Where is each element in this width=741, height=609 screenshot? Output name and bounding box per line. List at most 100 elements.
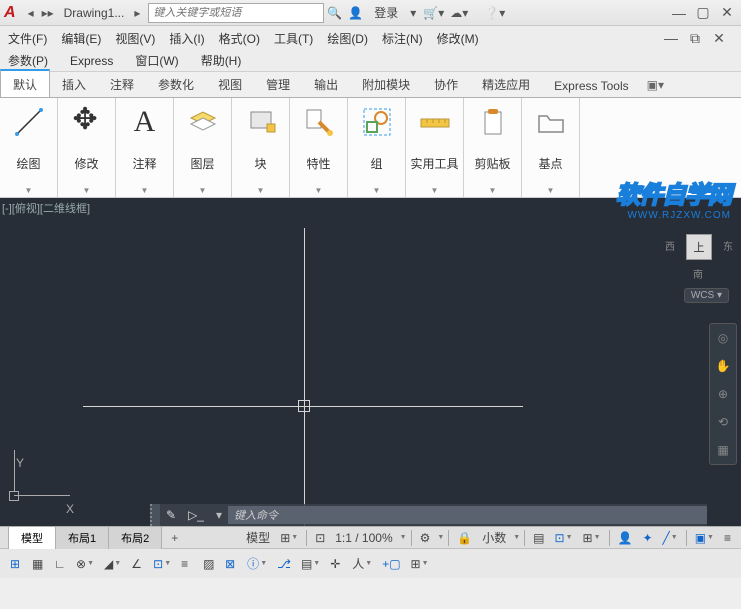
login-button[interactable]: 登录 (366, 4, 406, 21)
annotation-visibility-icon[interactable]: 人▼ (348, 553, 376, 574)
view-cube[interactable]: 上 西 东 南 (669, 222, 729, 282)
iso-icon[interactable]: ◢▼ (100, 555, 125, 573)
panel-layers-dropdown-icon[interactable]: ▼ (178, 186, 227, 195)
panel-clipboard-dropdown-icon[interactable]: ▼ (468, 186, 517, 195)
command-line[interactable]: ✎ ▷_ ▾ 键入命令 (150, 504, 707, 526)
layout-tab-1[interactable]: 布局1 (55, 526, 109, 549)
recent-commands-icon[interactable]: ✎ (160, 508, 182, 522)
panel-block-dropdown-icon[interactable]: ▼ (236, 186, 285, 195)
polar-icon[interactable]: ⊗▼ (72, 555, 98, 573)
panel-utilities[interactable]: 实用工具 ▼ (406, 98, 464, 197)
help-icon[interactable]: ❔▾ (481, 6, 508, 20)
line-icon[interactable] (11, 104, 47, 140)
status-toggle1-icon[interactable]: ⊡▼ (551, 529, 577, 547)
layout-tab-2[interactable]: 布局2 (108, 526, 162, 549)
tab-collaborate[interactable]: 协作 (422, 71, 470, 97)
snap-icon[interactable]: ⊡ (311, 529, 329, 547)
snap-mode-icon[interactable]: ⊞ (6, 555, 26, 573)
quickprops-icon[interactable]: ▤ (529, 529, 548, 547)
2d-osnap-icon[interactable]: ⊡▼ (149, 555, 175, 573)
group-icon[interactable] (359, 104, 395, 140)
match-icon[interactable] (301, 104, 337, 140)
search-input[interactable] (153, 7, 319, 19)
dynamic-input-icon[interactable]: +▢ (378, 555, 404, 573)
dynamic-ucs-icon[interactable]: ⎇ (273, 555, 295, 573)
menu-view[interactable]: 视图(V) (115, 30, 155, 47)
tab-manage[interactable]: 管理 (254, 71, 302, 97)
tab-featured[interactable]: 精选应用 (470, 71, 542, 97)
scale-dropdown-icon[interactable]: ▼ (400, 534, 407, 541)
tab-insert[interactable]: 插入 (50, 71, 98, 97)
showmotion-icon[interactable]: ▦ (713, 440, 733, 460)
panel-properties-dropdown-icon[interactable]: ▼ (294, 186, 343, 195)
menu-window[interactable]: 窗口(W) (135, 52, 178, 69)
panel-draw[interactable]: 绘图 ▼ (0, 98, 58, 197)
doc-minimize-button[interactable]: — (661, 30, 681, 47)
a360-icon[interactable]: ☁▾ (447, 6, 471, 20)
lock-icon[interactable]: 🔒 (453, 529, 476, 547)
units-label[interactable]: 小数 (478, 527, 510, 548)
login-dropdown-icon[interactable]: ▾ (406, 6, 420, 20)
menu-draw[interactable]: 绘图(D) (327, 30, 368, 47)
clipboard-icon[interactable] (475, 104, 511, 140)
panel-properties[interactable]: 特性 ▼ (290, 98, 348, 197)
pan-icon[interactable]: ✋ (713, 356, 733, 376)
block-icon[interactable] (243, 104, 279, 140)
menu-tools[interactable]: 工具(T) (274, 30, 313, 47)
viewport-label[interactable]: [-][俯视][二维线框] (2, 200, 90, 216)
nav-next-icon[interactable]: ▸▸ (38, 6, 58, 20)
panel-modify[interactable]: 修改 ▼ (58, 98, 116, 197)
command-line-grip[interactable] (150, 504, 160, 526)
tab-overflow-icon[interactable]: ▣▾ (641, 73, 670, 97)
ortho-icon[interactable]: ∟ (50, 555, 70, 573)
menu-file[interactable]: 文件(F) (8, 30, 47, 47)
3d-osnap-icon[interactable]: ⓘ▼ (243, 553, 271, 574)
minimize-button[interactable]: — (669, 5, 689, 21)
maximize-button[interactable]: ▢ (693, 4, 713, 21)
status-toggle2-icon[interactable]: ⊞▼ (579, 529, 605, 547)
command-prompt-icon[interactable]: ▷_ (182, 508, 210, 522)
lineweight-icon[interactable]: ≡ (177, 555, 197, 573)
panel-layers[interactable]: 图层 ▼ (174, 98, 232, 197)
orbit-icon[interactable]: ⟲ (713, 412, 733, 432)
user-icon[interactable]: 👤 (345, 6, 366, 20)
wcs-badge[interactable]: WCS ▾ (684, 288, 729, 303)
customize-status-icon[interactable]: ≡ (720, 529, 735, 547)
menu-insert[interactable]: 插入(I) (169, 30, 204, 47)
panel-draw-dropdown-icon[interactable]: ▼ (4, 186, 53, 195)
nav-back-icon[interactable]: ◂ (24, 6, 38, 20)
bucket-icon[interactable]: ▣▼ (691, 529, 718, 547)
menu-format[interactable]: 格式(O) (219, 30, 260, 47)
move-icon[interactable] (69, 104, 105, 140)
command-input[interactable]: 键入命令 (228, 506, 707, 524)
doc-close-button[interactable]: ✕ (709, 30, 729, 47)
doc-restore-button[interactable]: ⧉ (685, 30, 705, 47)
tab-default[interactable]: 默认 (0, 69, 50, 97)
panel-annotate-dropdown-icon[interactable]: ▼ (120, 186, 169, 195)
layout-tab-model[interactable]: 模型 (8, 526, 56, 549)
osnap-track-icon[interactable]: ∠ (127, 555, 147, 573)
autoscale-icon[interactable]: ✦ (638, 529, 656, 547)
panel-clipboard[interactable]: 剪贴板 ▼ (464, 98, 522, 197)
selection-cycling-icon[interactable]: ⊠ (221, 555, 241, 573)
menu-dimension[interactable]: 标注(N) (382, 30, 423, 47)
menu-express[interactable]: Express (70, 54, 113, 68)
tab-express[interactable]: Express Tools (542, 74, 640, 97)
menu-edit[interactable]: 编辑(E) (61, 30, 101, 47)
search-box[interactable] (148, 3, 324, 23)
search-icon[interactable]: 🔍 (324, 6, 345, 20)
drawing-canvas[interactable]: [-][俯视][二维线框] Y X 上 西 东 南 WCS ▾ ◎ ✋ ⊕ ⟲ … (0, 198, 741, 526)
panel-block[interactable]: 块 ▼ (232, 98, 290, 197)
menu-help[interactable]: 帮助(H) (201, 52, 242, 69)
text-icon[interactable]: A (127, 104, 163, 140)
panel-modify-dropdown-icon[interactable]: ▼ (62, 186, 111, 195)
layout-add-button[interactable]: + (161, 528, 188, 548)
folder-icon[interactable] (533, 104, 569, 140)
menu-modify[interactable]: 修改(M) (437, 30, 479, 47)
tab-output[interactable]: 输出 (302, 71, 350, 97)
tab-annotate[interactable]: 注释 (98, 71, 146, 97)
transparency-icon[interactable]: ▨ (199, 555, 219, 573)
basket-icon[interactable]: 🛒▾ (420, 6, 447, 20)
grid-icon[interactable]: ⊞▼ (276, 529, 302, 547)
panel-annotate[interactable]: A 注释 ▼ (116, 98, 174, 197)
